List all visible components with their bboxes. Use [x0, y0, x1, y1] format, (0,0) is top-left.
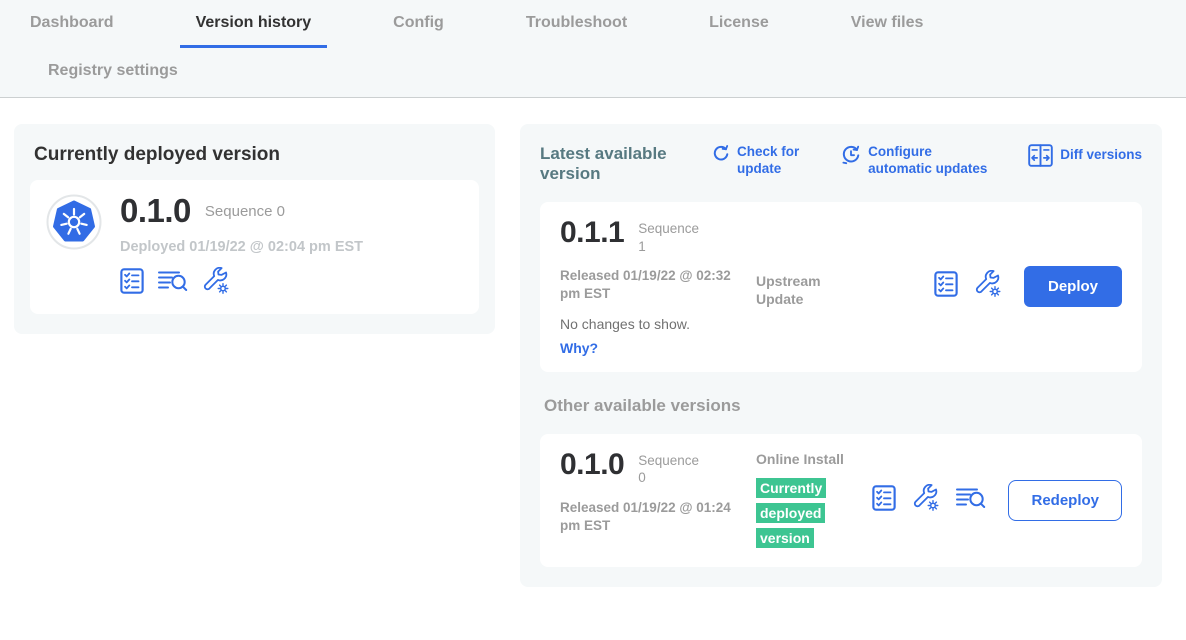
latest-version-details: 0.1.1 Sequence 1 Released 01/19/22 @ 02:… — [560, 218, 756, 356]
latest-sequence-label: Sequence 1 — [638, 218, 710, 255]
config-values-icon[interactable] — [912, 484, 940, 517]
why-link[interactable]: Why? — [560, 340, 756, 356]
tab-license[interactable]: License — [693, 0, 785, 48]
preflight-checks-icon[interactable] — [872, 485, 896, 516]
config-values-icon[interactable] — [202, 267, 230, 300]
deploy-button[interactable]: Deploy — [1024, 266, 1122, 307]
tab-config[interactable]: Config — [377, 0, 460, 48]
deploy-logs-icon[interactable] — [956, 485, 986, 516]
tab-registry-settings[interactable]: Registry settings — [32, 48, 194, 97]
diff-icon — [1028, 144, 1053, 172]
other-released-timestamp: Released 01/19/22 @ 01:24 pm EST — [560, 499, 734, 535]
latest-released-timestamp: Released 01/19/22 @ 02:32 pm EST — [560, 267, 734, 303]
top-navigation: Dashboard Version history Config Trouble… — [0, 0, 1186, 98]
kubernetes-logo-icon — [46, 194, 102, 255]
latest-version-row: 0.1.1 Sequence 1 Released 01/19/22 @ 02:… — [540, 202, 1142, 372]
preflight-checks-icon[interactable] — [120, 268, 144, 299]
tab-troubleshoot[interactable]: Troubleshoot — [510, 0, 643, 48]
other-version-number: 0.1.0 — [560, 450, 624, 480]
main-content: Currently deployed version — [0, 98, 1186, 587]
preflight-checks-icon[interactable] — [934, 271, 958, 302]
latest-available-title: Latest available version — [540, 144, 690, 184]
available-versions-card: Latest available version Check for updat… — [520, 124, 1162, 587]
diff-versions-link[interactable]: Diff versions — [1028, 144, 1142, 184]
configure-automatic-updates-label: Configure automatic updates — [868, 144, 992, 178]
other-version-details: 0.1.0 Sequence 0 Released 01/19/22 @ 01:… — [560, 450, 756, 551]
config-values-icon[interactable] — [974, 270, 1002, 303]
refresh-icon — [712, 144, 730, 168]
currently-deployed-title: Currently deployed version — [34, 144, 475, 166]
deployed-version-details: 0.1.0 Sequence 0 Deployed 01/19/22 @ 02:… — [120, 194, 363, 300]
latest-version-actions: Deploy — [934, 266, 1122, 307]
deployed-version-row: 0.1.0 Sequence 0 Deployed 01/19/22 @ 02:… — [30, 180, 479, 314]
no-changes-text: No changes to show. — [560, 316, 756, 332]
currently-deployed-card: Currently deployed version — [14, 124, 495, 334]
nav-row-2: Registry settings — [14, 48, 1186, 97]
redeploy-button[interactable]: Redeploy — [1008, 480, 1122, 521]
other-sequence-label: Sequence 0 — [638, 450, 710, 487]
tab-dashboard[interactable]: Dashboard — [14, 0, 130, 48]
deployed-timestamp: Deployed 01/19/22 @ 02:04 pm EST — [120, 239, 363, 255]
latest-version-number: 0.1.1 — [560, 218, 624, 248]
nav-row-1: Dashboard Version history Config Trouble… — [14, 0, 1186, 48]
other-available-versions-title: Other available versions — [544, 396, 1142, 416]
check-for-update-label: Check for update — [737, 144, 805, 178]
other-version-actions: Redeploy — [872, 480, 1122, 521]
tab-version-history[interactable]: Version history — [180, 0, 328, 48]
deployed-version-number: 0.1.0 — [120, 194, 191, 227]
check-for-update-link[interactable]: Check for update — [712, 144, 805, 184]
other-version-source-col: Online Install Currently deployed versio… — [756, 450, 852, 551]
other-version-source: Online Install — [756, 450, 852, 468]
latest-version-source: Upstream Update — [756, 272, 852, 356]
available-card-header: Latest available version Check for updat… — [540, 144, 1142, 184]
configure-automatic-updates-link[interactable]: Configure automatic updates — [841, 144, 992, 184]
other-version-row: 0.1.0 Sequence 0 Released 01/19/22 @ 01:… — [540, 434, 1142, 567]
admin-console-screen: Dashboard Version history Config Trouble… — [0, 0, 1186, 640]
diff-versions-label: Diff versions — [1060, 144, 1142, 164]
currently-deployed-badge: Currently deployed version — [756, 476, 834, 551]
tab-view-files[interactable]: View files — [835, 0, 940, 48]
deploy-logs-icon[interactable] — [158, 268, 188, 299]
deployed-sequence-label: Sequence 0 — [205, 194, 285, 220]
auto-update-icon — [841, 144, 861, 171]
